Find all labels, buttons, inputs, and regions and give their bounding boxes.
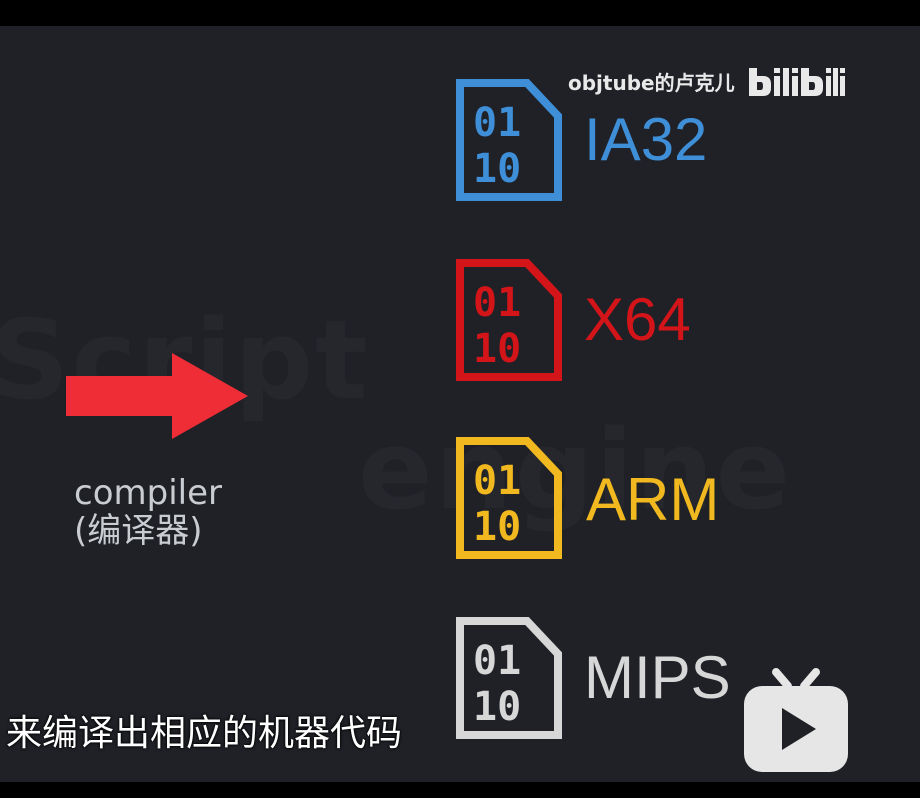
right-arrow-icon xyxy=(66,353,248,439)
svg-text:10: 10 xyxy=(473,326,521,372)
bilibili-logo: bilibili xyxy=(748,68,845,96)
background-word-engine: engine xyxy=(358,406,793,534)
svg-text:01: 01 xyxy=(473,100,521,146)
svg-text:10: 10 xyxy=(473,684,521,730)
binary-file-icon-arm: 01 10 xyxy=(455,436,563,560)
compiler-label-zh: (编译器) xyxy=(74,511,203,551)
svg-text:01: 01 xyxy=(473,458,521,504)
binary-file-icon-ia32: 01 10 xyxy=(455,78,563,202)
bilibili-tv-play-icon[interactable] xyxy=(740,666,852,780)
svg-text:10: 10 xyxy=(473,504,521,550)
arch-label-mips: MIPS xyxy=(584,644,731,711)
arch-label-ia32: IA32 xyxy=(584,106,708,173)
arch-label-arm: ARM xyxy=(586,466,720,533)
watermark-channel-name: objtube的卢克儿 xyxy=(568,70,735,95)
binary-file-icon-x64: 01 10 xyxy=(455,258,563,382)
svg-text:01: 01 xyxy=(473,280,521,326)
video-frame[interactable]: Script engine objtube的卢克儿 bilibili compi… xyxy=(0,26,920,782)
compiler-label-en: compiler xyxy=(74,473,222,513)
watermark: objtube的卢克儿 bilibili xyxy=(568,64,845,98)
svg-text:10: 10 xyxy=(473,146,521,192)
compiler-label: compiler (编译器) xyxy=(74,474,222,550)
subtitle-caption: 来编译出相应的机器代码 xyxy=(6,713,403,754)
binary-file-icon-mips: 01 10 xyxy=(455,616,563,740)
svg-text:01: 01 xyxy=(473,638,521,684)
arch-label-x64: X64 xyxy=(584,286,691,353)
